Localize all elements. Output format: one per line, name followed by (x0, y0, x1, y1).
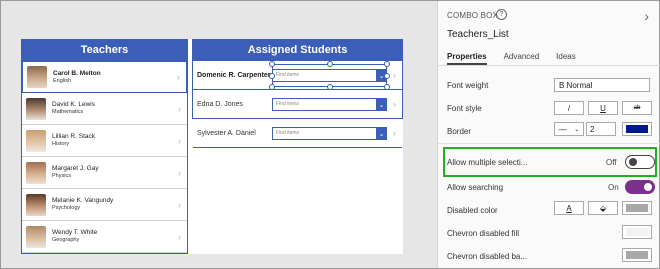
chevron-disabled-fill-label: Chevron disabled fill (447, 229, 520, 238)
combo-placeholder: Find items (276, 130, 300, 136)
combo-placeholder: Find items (276, 101, 300, 107)
chevron-right-icon[interactable]: › (178, 232, 181, 242)
teacher-name: Margaret J. Gay (52, 165, 99, 172)
teacher-name: David K. Lewis (52, 101, 95, 108)
teachers-combo-box[interactable]: Find items ⌄ (272, 127, 387, 140)
allow-searching-label: Allow searching (447, 183, 504, 192)
chevron-disabled-fill-swatch[interactable] (622, 225, 652, 239)
teacher-avatar (26, 97, 46, 120)
chevron-down-icon: ⌄ (574, 126, 580, 133)
teacher-subject: History (52, 141, 70, 147)
teacher-subject: Geography (52, 237, 80, 243)
border-style-dropdown[interactable]: — ⌄ (554, 122, 584, 136)
student-row[interactable]: Domenic R. Carpenter Find items ⌄ › (193, 61, 402, 90)
control-type-label: COMBO BOX (447, 11, 499, 20)
disabled-color-swatch[interactable] (622, 201, 652, 215)
chevron-right-icon[interactable]: › (393, 128, 396, 138)
teachers-combo-box[interactable]: Find items ⌄ (272, 98, 387, 111)
border-width-input[interactable]: 2 (586, 122, 616, 136)
teacher-name: Wendy T. White (52, 229, 98, 236)
teacher-row[interactable]: David K. Lewis Mathematics › (22, 93, 187, 125)
chevron-right-icon[interactable]: › (177, 72, 180, 82)
resize-handle[interactable] (327, 61, 333, 67)
allow-multiple-toggle[interactable] (625, 155, 655, 169)
chevron-down-icon[interactable]: ⌄ (376, 98, 387, 111)
teachers-gallery: Teachers Carol B. Melton English › David… (21, 39, 188, 254)
student-row[interactable]: Edna D. Jones Find items ⌄ › (193, 90, 402, 119)
chevron-right-icon[interactable]: › (644, 8, 649, 24)
student-name: Sylvester A. Daniel (197, 129, 256, 137)
help-icon[interactable]: ? (496, 9, 507, 20)
student-name: Edna D. Jones (197, 100, 243, 108)
teachers-header: Teachers (21, 39, 188, 61)
teacher-name: Melanie K. Vangundy (52, 197, 114, 204)
tab-ideas[interactable]: Ideas (556, 52, 576, 65)
app-canvas: Teachers Carol B. Melton English › David… (1, 1, 437, 268)
chevron-down-icon[interactable]: ⌄ (376, 127, 387, 140)
allow-searching-toggle[interactable] (625, 180, 655, 194)
teacher-avatar (26, 161, 46, 184)
chevron-right-icon[interactable]: › (393, 99, 396, 109)
disabled-color-label: Disabled color (447, 206, 498, 215)
teacher-avatar (26, 193, 46, 216)
italic-button[interactable]: / (554, 101, 584, 115)
border-color-swatch[interactable] (622, 122, 652, 136)
teacher-avatar (26, 225, 46, 248)
teacher-subject: Mathematics (52, 109, 84, 115)
allow-multiple-label: Allow multiple selecti... (447, 158, 528, 167)
font-style-label: Font style (447, 104, 482, 113)
student-row[interactable]: Sylvester A. Daniel Find items ⌄ › (193, 119, 402, 148)
tab-advanced[interactable]: Advanced (504, 52, 540, 65)
chevron-disabled-bg-label: Chevron disabled ba... (447, 252, 528, 261)
text-color-button[interactable]: A (554, 201, 584, 215)
teacher-row[interactable]: Wendy T. White Geography › (22, 221, 187, 253)
students-gallery: Assigned Students Domenic R. Carpenter F… (192, 39, 403, 148)
tab-properties[interactable]: Properties (447, 52, 487, 65)
font-weight-dropdown[interactable]: B Normal (554, 78, 650, 92)
underline-button[interactable]: U (588, 101, 618, 115)
border-style-glyph: — (558, 124, 567, 134)
chevron-right-icon[interactable]: › (393, 70, 396, 80)
font-weight-label: Font weight (447, 81, 489, 90)
border-label: Border (447, 127, 472, 136)
students-header: Assigned Students (192, 39, 403, 61)
resize-handle[interactable] (384, 61, 390, 67)
resize-handle[interactable] (269, 73, 275, 79)
teacher-subject: Physics (52, 173, 71, 179)
control-name: Teachers_List (447, 29, 509, 40)
strikethrough-button[interactable]: ab (622, 101, 652, 115)
teacher-name: Lillian R. Stack (52, 133, 95, 140)
teacher-row[interactable]: Carol B. Melton English › (22, 61, 187, 93)
teachers-list: Carol B. Melton English › David K. Lewis… (22, 61, 187, 253)
selection-box (269, 61, 390, 90)
resize-handle[interactable] (269, 61, 275, 67)
pane-tabs: Properties Advanced Ideas (447, 52, 576, 65)
teacher-row[interactable]: Melanie K. Vangundy Psychology › (22, 189, 187, 221)
chevron-right-icon[interactable]: › (178, 104, 181, 114)
chevron-right-icon[interactable]: › (178, 136, 181, 146)
allow-multiple-state: Off (606, 158, 617, 167)
teacher-subject: English (53, 77, 72, 84)
allow-searching-state: On (608, 183, 619, 192)
section-divider (438, 143, 660, 144)
chevron-disabled-bg-swatch[interactable] (622, 248, 652, 262)
teacher-subject: Psychology (52, 205, 81, 211)
teacher-row[interactable]: Lillian R. Stack History › (22, 125, 187, 157)
fill-color-icon[interactable]: ⬙ (588, 201, 618, 215)
students-list: Domenic R. Carpenter Find items ⌄ › Edna… (193, 61, 402, 148)
properties-pane: COMBO BOX ? › Teachers_List Properties A… (437, 1, 660, 268)
teacher-name: Carol B. Melton (53, 69, 101, 77)
app-screen: Teachers Carol B. Melton English › David… (21, 39, 403, 254)
teacher-avatar (26, 129, 46, 152)
chevron-right-icon[interactable]: › (178, 200, 181, 210)
tabs-divider (438, 65, 660, 66)
teacher-avatar (27, 66, 47, 88)
teacher-row[interactable]: Margaret J. Gay Physics › (22, 157, 187, 189)
chevron-right-icon[interactable]: › (178, 168, 181, 178)
resize-handle[interactable] (384, 73, 390, 79)
student-name: Domenic R. Carpenter (197, 71, 271, 79)
